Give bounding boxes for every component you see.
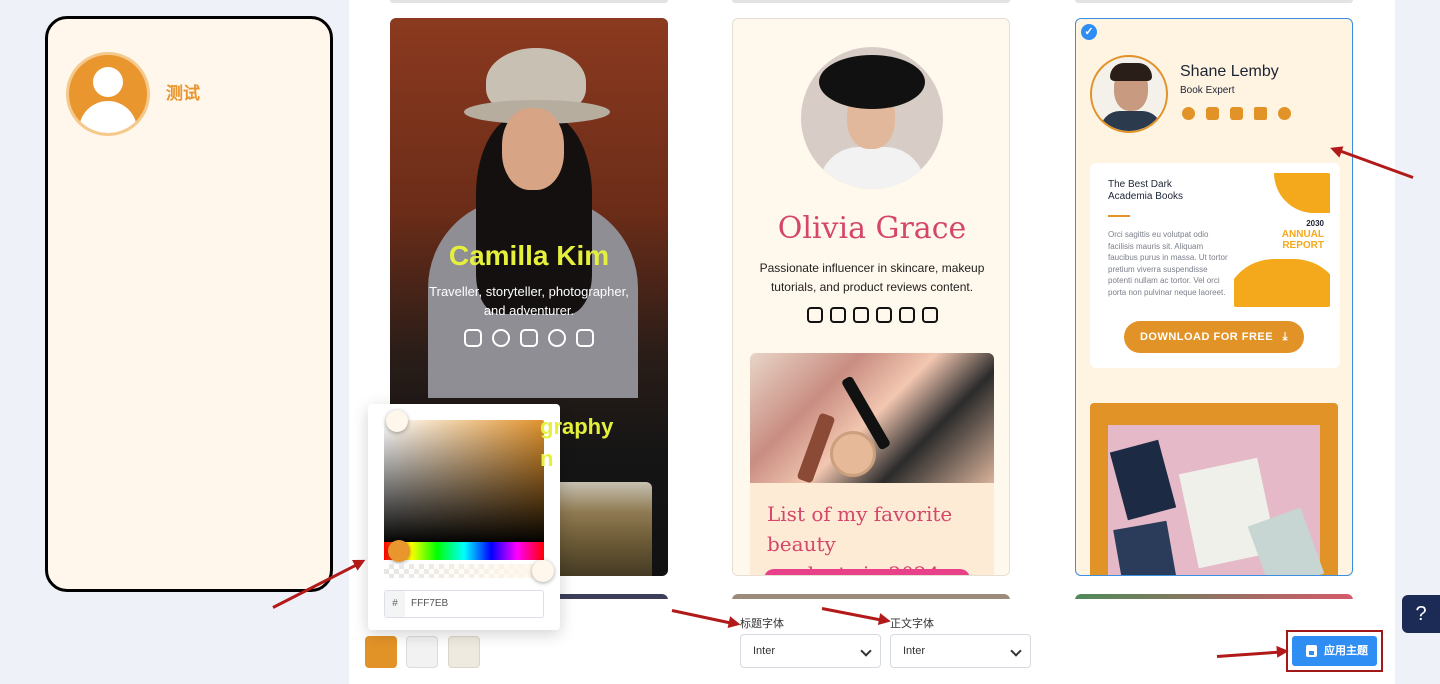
youtube-icon <box>1206 107 1219 120</box>
alpha-slider[interactable] <box>384 564 544 578</box>
section-title-2: n <box>540 446 554 471</box>
swatch-beige[interactable] <box>448 636 480 668</box>
tiktok-icon <box>576 329 594 347</box>
title-font-select[interactable]: Inter <box>740 634 881 668</box>
swatch-orange[interactable] <box>365 636 397 668</box>
facebook-icon <box>1182 107 1195 120</box>
avatar <box>66 52 150 136</box>
body-font-label: 正文字体 <box>890 617 934 630</box>
apply-highlight: 应用主题 <box>1286 630 1383 672</box>
annual-report-cover: 2030 ANNUAL REPORT <box>1234 173 1330 307</box>
profile-photo <box>801 47 943 189</box>
external-link-icon <box>1254 107 1267 120</box>
books-image <box>1090 403 1338 575</box>
at-icon <box>492 329 510 347</box>
profile-name: 测试 <box>166 84 200 104</box>
card-name: Camilla Kim <box>448 240 610 271</box>
mail-icon <box>898 307 915 323</box>
share-icon <box>921 307 938 323</box>
alpha-handle[interactable] <box>532 560 554 582</box>
user-icon <box>93 67 123 97</box>
makeup-image <box>750 353 994 484</box>
title-font-label: 标题字体 <box>740 617 784 630</box>
download-button: DOWNLOAD FOR FREE ⤓ <box>1124 321 1304 353</box>
at-icon <box>1278 107 1291 120</box>
card-role: Book Expert <box>1180 85 1235 96</box>
saturation-handle[interactable] <box>386 410 408 432</box>
selected-check-icon: ✓ <box>1081 24 1097 40</box>
doc-title: The Best Dark Academia Books <box>1108 179 1184 202</box>
swatch-light-gray[interactable] <box>406 636 438 668</box>
section-title: graphy <box>540 414 614 439</box>
hex-input[interactable]: # FFF7EB <box>384 590 544 618</box>
chevron-down-icon <box>860 645 872 657</box>
card-name: Shane Lemby <box>1180 63 1279 80</box>
card-bio: Passionate influencer in skincare, makeu… <box>759 261 985 294</box>
instagram-icon <box>1230 107 1243 120</box>
body-font-select[interactable]: Inter <box>890 634 1031 668</box>
twitch-icon <box>829 307 846 323</box>
doc-body: Orci sagittis eu volutpat odio facilisis… <box>1108 230 1228 297</box>
download-icon: ⤓ <box>1282 331 1289 343</box>
theme-card-olivia[interactable]: Olivia Grace Passionate influencer in sk… <box>732 18 1010 576</box>
instagram-icon <box>520 329 538 347</box>
color-picker: # FFF7EB <box>368 404 560 630</box>
card-name: Olivia Grace <box>777 211 967 246</box>
list-block: List of my favorite beauty products in 2… <box>750 483 994 575</box>
instagram-icon <box>875 307 892 323</box>
phone-preview: 测试 <box>45 16 333 592</box>
hue-handle[interactable] <box>388 540 410 562</box>
saturation-area[interactable] <box>384 420 544 544</box>
facebook-icon <box>548 329 566 347</box>
document-block: The Best Dark Academia Books Orci sagitt… <box>1090 163 1340 368</box>
chevron-down-icon <box>1010 645 1022 657</box>
social-icons <box>733 307 1009 323</box>
apply-theme-button[interactable]: 应用主题 <box>1292 636 1377 666</box>
social-icons <box>390 329 668 347</box>
share-icon <box>464 329 482 347</box>
tiktok-icon <box>852 307 869 323</box>
card-bio: Traveller, storyteller, photographer, an… <box>429 284 629 318</box>
hash-label: # <box>385 591 405 617</box>
x-icon <box>806 307 823 323</box>
profile-photo <box>1090 55 1168 133</box>
pink-button <box>764 569 970 575</box>
hex-value: FFF7EB <box>411 598 449 609</box>
theme-card-shane[interactable]: ✓ Shane Lemby Book Expert The Best Dark … <box>1075 18 1353 576</box>
save-icon <box>1306 645 1317 657</box>
help-button[interactable]: ? <box>1402 595 1440 633</box>
social-icons <box>1182 107 1291 120</box>
